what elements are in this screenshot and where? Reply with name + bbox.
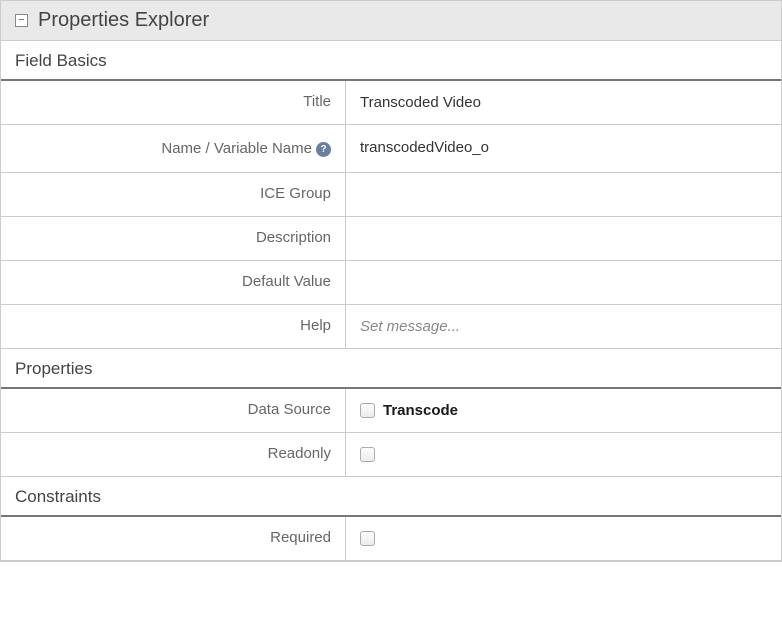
row-name: Name / Variable Name ? transcodedVideo_o: [1, 125, 781, 173]
row-ice-group: ICE Group: [1, 173, 781, 217]
label-default-value-text: Default Value: [242, 273, 331, 290]
label-title: Title: [1, 81, 346, 124]
checkbox-data-source[interactable]: [360, 403, 375, 418]
row-readonly: Readonly: [1, 433, 781, 477]
section-header-properties: Properties: [1, 349, 781, 389]
value-readonly: [346, 433, 781, 476]
help-icon[interactable]: ?: [316, 142, 331, 157]
label-help-text: Help: [300, 317, 331, 334]
value-name-text: transcodedVideo_o: [360, 139, 489, 156]
label-help: Help: [1, 305, 346, 348]
label-default-value: Default Value: [1, 261, 346, 304]
label-name: Name / Variable Name ?: [1, 125, 346, 172]
value-default-value[interactable]: [346, 261, 781, 304]
value-help[interactable]: Set message...: [346, 305, 781, 348]
row-title: Title Transcoded Video: [1, 81, 781, 125]
label-name-text: Name / Variable Name: [161, 140, 312, 157]
label-required-text: Required: [270, 529, 331, 546]
label-title-text: Title: [303, 93, 331, 110]
label-readonly: Readonly: [1, 433, 346, 476]
properties-explorer-panel: − Properties Explorer Field Basics Title…: [0, 0, 782, 562]
label-ice-group-text: ICE Group: [260, 185, 331, 202]
panel-title: Properties Explorer: [38, 9, 209, 32]
value-data-source: Transcode: [346, 389, 781, 432]
value-title[interactable]: Transcoded Video: [346, 81, 781, 124]
value-help-placeholder: Set message...: [360, 318, 460, 335]
label-ice-group: ICE Group: [1, 173, 346, 216]
collapse-icon[interactable]: −: [15, 14, 28, 27]
row-default-value: Default Value: [1, 261, 781, 305]
value-ice-group[interactable]: [346, 173, 781, 216]
label-description-text: Description: [256, 229, 331, 246]
panel-header: − Properties Explorer: [1, 1, 781, 41]
section-header-constraints: Constraints: [1, 477, 781, 517]
data-source-option-label[interactable]: Transcode: [383, 402, 458, 419]
checkbox-readonly[interactable]: [360, 447, 375, 462]
row-required: Required: [1, 517, 781, 561]
row-description: Description: [1, 217, 781, 261]
checkbox-required[interactable]: [360, 531, 375, 546]
value-name[interactable]: transcodedVideo_o: [346, 125, 781, 172]
row-help: Help Set message...: [1, 305, 781, 349]
label-readonly-text: Readonly: [268, 445, 331, 462]
value-title-text: Transcoded Video: [360, 94, 481, 111]
section-header-field-basics: Field Basics: [1, 41, 781, 81]
label-data-source: Data Source: [1, 389, 346, 432]
row-data-source: Data Source Transcode: [1, 389, 781, 433]
value-description[interactable]: [346, 217, 781, 260]
label-required: Required: [1, 517, 346, 560]
value-required: [346, 517, 781, 560]
label-description: Description: [1, 217, 346, 260]
label-data-source-text: Data Source: [248, 401, 331, 418]
